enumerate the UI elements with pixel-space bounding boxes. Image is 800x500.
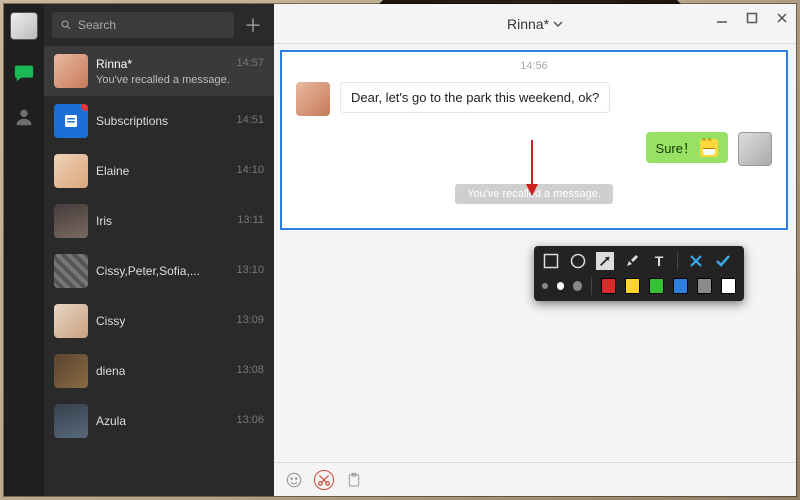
avatar (54, 254, 88, 288)
conversation-time: 13:06 (236, 414, 264, 428)
search-icon (60, 19, 72, 31)
conversation-preview: You've recalled a message. (96, 74, 264, 86)
conversation-name: Azula (96, 414, 126, 428)
screenshot-button[interactable] (314, 470, 334, 490)
emoji-button[interactable] (284, 470, 304, 490)
conversation-time: 14:10 (236, 164, 264, 178)
color-swatch[interactable] (721, 278, 736, 294)
screenshot-selection: 14:56 Dear, let's go to the park this we… (280, 50, 788, 230)
avatar (54, 404, 88, 438)
conversation-item[interactable]: Iris 13:11 (44, 196, 274, 246)
subscriptions-icon (62, 112, 80, 130)
conversation-time: 13:10 (236, 264, 264, 278)
stroke-size-small[interactable] (542, 283, 548, 289)
conversation-item[interactable]: diena 13:08 (44, 346, 274, 396)
conversation-name: diena (96, 364, 125, 378)
avatar (54, 104, 88, 138)
ellipse-tool[interactable] (569, 252, 587, 270)
confirm-snip-button[interactable] (714, 252, 732, 270)
conversation-item[interactable]: Elaine 14:10 (44, 146, 274, 196)
grin-emoji-icon (700, 139, 718, 157)
smiley-icon (285, 471, 303, 489)
chat-title-text: Rinna* (507, 16, 549, 32)
search-input[interactable]: Search (52, 12, 234, 38)
rect-tool[interactable] (542, 252, 560, 270)
chevron-down-icon (553, 19, 563, 29)
contacts-tab-icon[interactable] (13, 106, 35, 128)
message-bubble: Sure！ (646, 132, 728, 163)
conversation-time: 14:57 (236, 57, 264, 71)
conversation-time: 13:08 (236, 364, 264, 378)
scissors-icon (317, 473, 331, 487)
conversation-name: Subscriptions (96, 114, 168, 128)
conversation-item[interactable]: Cissy,Peter,Sofia,... 13:10 (44, 246, 274, 296)
color-swatch[interactable] (673, 278, 688, 294)
avatar (738, 132, 772, 166)
annotation-arrow-icon (522, 138, 542, 198)
conversation-item[interactable]: Azula 13:06 (44, 396, 274, 446)
color-swatch[interactable] (697, 278, 712, 294)
chat-header: Rinna* (274, 4, 796, 44)
conversation-item[interactable]: Cissy 13:09 (44, 296, 274, 346)
new-chat-button[interactable]: ＋ (240, 12, 266, 38)
conversation-name: Cissy (96, 314, 125, 328)
self-avatar[interactable] (10, 12, 38, 40)
stroke-size-large[interactable] (573, 281, 582, 291)
conversation-time: 14:51 (236, 114, 264, 128)
conversation-time: 13:11 (237, 214, 264, 228)
conversation-list: Rinna* 14:57 You've recalled a message. S… (44, 46, 274, 496)
close-button[interactable] (774, 10, 790, 26)
maximize-button[interactable] (744, 10, 760, 26)
avatar (54, 354, 88, 388)
conversation-name: Cissy,Peter,Sofia,... (96, 264, 200, 278)
attach-button[interactable] (344, 470, 364, 490)
text-tool[interactable]: T (650, 252, 668, 270)
conversation-item[interactable]: Rinna* 14:57 You've recalled a message. (44, 46, 274, 96)
chat-title[interactable]: Rinna* (507, 16, 563, 32)
message-bubble: Dear, let's go to the park this weekend,… (340, 82, 610, 113)
message-text: Sure！ (656, 138, 696, 157)
message-incoming: Dear, let's go to the park this weekend,… (282, 72, 786, 116)
color-swatch[interactable] (625, 278, 640, 294)
brush-tool[interactable] (623, 252, 641, 270)
chats-tab-icon[interactable] (13, 62, 35, 84)
screenshot-toolbar[interactable]: T (534, 246, 744, 301)
color-swatch[interactable] (649, 278, 664, 294)
conversation-name: Elaine (96, 164, 129, 178)
conversation-name: Rinna* (96, 57, 132, 71)
chat-input-toolbar (274, 462, 796, 496)
search-placeholder: Search (78, 18, 116, 32)
color-swatch[interactable] (601, 278, 616, 294)
message-timestamp: 14:56 (282, 52, 786, 72)
cancel-snip-button[interactable] (687, 252, 705, 270)
conversation-sidebar: Search ＋ Rinna* 14:57 You've recalled a m… (44, 4, 274, 496)
minimize-button[interactable] (714, 10, 730, 26)
avatar (54, 304, 88, 338)
avatar (54, 204, 88, 238)
avatar (54, 154, 88, 188)
nav-rail (4, 4, 44, 496)
stroke-size-medium[interactable] (557, 282, 564, 290)
clipboard-icon (346, 472, 362, 488)
arrow-tool[interactable] (596, 252, 614, 270)
avatar (296, 82, 330, 116)
conversation-name: Iris (96, 214, 112, 228)
conversation-time: 13:09 (236, 314, 264, 328)
conversation-item[interactable]: Subscriptions 14:51 (44, 96, 274, 146)
avatar (54, 54, 88, 88)
